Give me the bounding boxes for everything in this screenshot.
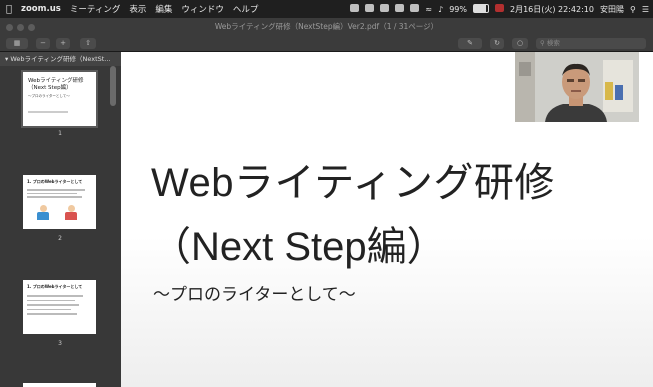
sidebar-header[interactable]: ▾ Webライティング研修（NextSt... [0, 52, 121, 66]
thumb-footer-line [28, 111, 68, 113]
page-thumbnail-1[interactable]: Webライティング研修 （Next Step編） ～プロのライターとして～ [21, 70, 98, 128]
battery-icon[interactable] [472, 3, 489, 15]
zoom-out-button[interactable]: − [36, 38, 50, 49]
page-thumbnail-3[interactable]: 1. プロのWebライターとして [23, 280, 96, 334]
thumb-text-line [27, 192, 77, 194]
slide-subtitle: ～プロのライターとして～ [153, 285, 356, 304]
menu-help[interactable]: ヘルプ [233, 3, 259, 15]
page-number-2: 2 [58, 235, 62, 242]
webcam-video[interactable] [515, 52, 639, 122]
annotate-button[interactable]: ○ [512, 38, 528, 49]
presenter-video-image [515, 52, 639, 122]
person-illustration-icon [37, 205, 51, 221]
page-number-3: 3 [58, 340, 62, 347]
dropbox-icon[interactable] [380, 4, 390, 14]
thumb-text-line [27, 189, 85, 191]
thumb-text-line [27, 196, 82, 198]
page-thumbnail-4[interactable] [23, 383, 96, 387]
thumb-text-line [27, 299, 75, 301]
document-title: Webライティング研修（NextStep編）Ver2.pdf（1 / 31ページ… [214, 22, 439, 31]
preview-toolbar: Webライティング研修（NextStep編）Ver2.pdf（1 / 31ページ… [0, 18, 653, 52]
battery-percent[interactable]: 99% [449, 5, 467, 14]
slide-title-line1: Webライティング研修 [151, 161, 555, 205]
clock[interactable]: 2月16日(火) 22:42:10 [510, 4, 594, 15]
time-machine-icon[interactable] [395, 4, 405, 14]
input-flag-icon[interactable] [494, 4, 504, 14]
zoom-in-button[interactable]: + [56, 38, 70, 49]
wifi-icon[interactable]: ≈ [425, 5, 432, 14]
page-number-1: 1 [58, 130, 62, 137]
sidebar-document-name: Webライティング研修（NextSt... [10, 55, 111, 63]
notification-icon[interactable]: ☰ [642, 5, 649, 14]
zoom-status-icon[interactable] [365, 4, 375, 14]
thumb-title: Webライティング研修 （Next Step編） [28, 78, 84, 91]
sidebar-toggle-button[interactable]: ▦ [6, 38, 28, 49]
rotate-button[interactable]: ↻ [490, 38, 504, 49]
markup-button[interactable]: ✎ [458, 38, 482, 49]
thumb-text-line [27, 313, 77, 315]
slide-title-line2: （Next Step編） [151, 225, 447, 269]
search-placeholder: 検索 [546, 39, 560, 47]
thumb-text-line [27, 308, 71, 310]
thumb-title: 1. プロのWebライターとして [27, 284, 83, 289]
user-name[interactable]: 安田陽 [600, 4, 624, 15]
search-input[interactable]: ⚲ 検索 [536, 38, 646, 49]
thumb-title: 1. プロのWebライターとして [27, 179, 83, 184]
thumb-subtitle: ～プロのライターとして～ [28, 94, 70, 98]
bluetooth-icon[interactable] [410, 4, 420, 14]
thumb-text-line [27, 295, 83, 297]
share-button[interactable]: ⇧ [80, 38, 96, 49]
sidebar-scrollbar[interactable] [110, 66, 116, 106]
thumb-text-line [27, 304, 79, 306]
menu-window[interactable]: ウィンドウ [181, 3, 224, 15]
menu-app-name[interactable]: zoom.us [21, 4, 61, 14]
person-illustration-icon [65, 205, 79, 221]
apple-icon[interactable]:  [6, 4, 12, 15]
spotlight-icon[interactable]: ⚲ [630, 5, 636, 14]
menu-view[interactable]: 表示 [129, 3, 146, 15]
volume-icon[interactable]: ♪ [438, 5, 443, 14]
status-icon[interactable] [350, 4, 360, 14]
menu-bar:  zoom.us ミーティング 表示 編集 ウィンドウ ヘルプ ≈ ♪ 99%… [0, 0, 653, 18]
menu-edit[interactable]: 編集 [155, 3, 172, 15]
menu-meeting[interactable]: ミーティング [70, 3, 121, 15]
search-icon: ⚲ [540, 39, 547, 47]
page-thumbnail-2[interactable]: 1. プロのWebライターとして [23, 175, 96, 229]
thumbnail-sidebar: ▾ Webライティング研修（NextSt... Webライティング研修 （Nex… [0, 52, 121, 387]
